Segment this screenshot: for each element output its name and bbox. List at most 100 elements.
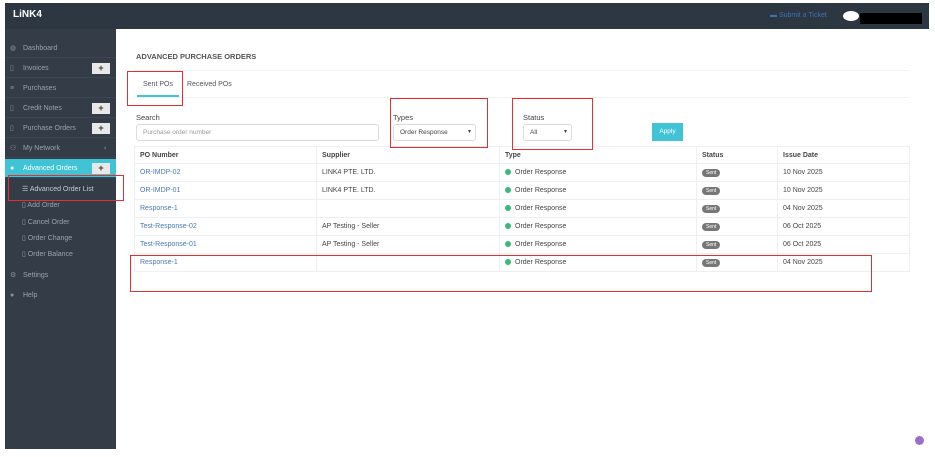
sidebar-item-credit-notes[interactable]: ▯ Credit Notes + <box>5 99 116 118</box>
table-row[interactable]: Response-1 Order Response Sent 04 Nov 20… <box>134 199 910 218</box>
apply-button[interactable]: Apply <box>652 123 683 141</box>
status-badge: Sent <box>702 240 721 249</box>
po-number-link[interactable]: Response-1 <box>134 199 317 218</box>
supplier-cell: AP Testing - Seller <box>316 235 500 254</box>
table-row[interactable]: Test-Response-01 AP Testing - Seller Ord… <box>134 235 910 254</box>
po-number-link[interactable]: OR-IMDP-01 <box>134 181 317 200</box>
highlight-box <box>512 98 593 150</box>
avatar[interactable] <box>843 11 859 21</box>
col-issue-date[interactable]: Issue Date <box>777 146 910 164</box>
search-input[interactable]: Purchase order number <box>136 124 379 141</box>
table-row[interactable]: OR-IMDP-01 LINK4 PTE. LTD. Order Respons… <box>134 181 910 200</box>
add-purchase-order-button[interactable]: + <box>92 123 110 134</box>
label: Invoices <box>23 65 49 72</box>
file-icon: ▯ <box>10 105 14 112</box>
supplier-cell: AP Testing - Seller <box>316 217 500 236</box>
label: Advanced Orders <box>23 165 78 172</box>
file-icon: ▯ <box>10 125 14 132</box>
label: Help <box>23 292 38 299</box>
status-cell: Sent <box>696 181 778 200</box>
search-label: Search <box>136 113 160 122</box>
col-po-number[interactable]: PO Number <box>134 146 317 164</box>
submenu-add-order[interactable]: ▯ Add Order <box>22 201 60 209</box>
chat-widget-icon[interactable] <box>915 436 924 445</box>
status-dot-icon <box>505 205 511 211</box>
po-number-link[interactable]: OR-IMDP-02 <box>134 163 317 182</box>
chevron-left-icon: ‹ <box>104 145 107 152</box>
issue-date-cell: 06 Oct 2025 <box>777 217 910 236</box>
table-row[interactable]: Test-Response-02 AP Testing - Seller Ord… <box>134 217 910 236</box>
divider <box>134 70 910 71</box>
status-dot-icon <box>505 223 511 229</box>
type-cell: Order Response <box>499 199 697 218</box>
cart-icon: ≡ <box>10 85 15 92</box>
ticket-label: Submit a Ticket <box>778 12 827 19</box>
highlight-box <box>390 98 488 148</box>
issue-date-cell: 04 Nov 2025 <box>777 199 910 218</box>
status-dot-icon <box>505 187 511 193</box>
tab-received-pos[interactable]: Received POs <box>187 81 232 88</box>
logo[interactable]: LiNK4 <box>13 9 42 20</box>
sidebar-item-dashboard[interactable]: ◍ Dashboard <box>5 39 116 58</box>
type-cell: Order Response <box>499 181 697 200</box>
status-badge: Sent <box>702 222 721 231</box>
label: Cancel Order <box>27 219 70 226</box>
submit-ticket-link[interactable]: ▬ Submit a Ticket <box>770 12 827 19</box>
sidebar-item-invoices[interactable]: ▯ Invoices + <box>5 59 116 78</box>
label: Purchase Orders <box>23 125 76 132</box>
supplier-cell: LINK4 PTE. LTD. <box>316 163 500 182</box>
type-cell: Order Response <box>499 235 697 254</box>
issue-date-cell: 06 Oct 2025 <box>777 235 910 254</box>
label: Order Change <box>27 235 73 242</box>
table-row[interactable]: OR-IMDP-02 LINK4 PTE. LTD. Order Respons… <box>134 163 910 182</box>
status-cell: Sent <box>696 217 778 236</box>
label: Credit Notes <box>23 105 62 112</box>
type-cell: Order Response <box>499 217 697 236</box>
label: Add Order <box>27 202 60 209</box>
sidebar-item-purchase-orders[interactable]: ▯ Purchase Orders + <box>5 119 116 138</box>
label: Order Balance <box>27 251 73 258</box>
status-cell: Sent <box>696 235 778 254</box>
file-icon: ▯ <box>10 65 14 72</box>
page-title: ADVANCED PURCHASE ORDERS <box>136 52 257 61</box>
supplier-cell: LINK4 PTE. LTD. <box>316 181 500 200</box>
add-invoice-button[interactable]: + <box>92 63 110 74</box>
ticket-icon: ▬ <box>770 12 779 19</box>
highlight-box <box>127 71 183 106</box>
add-credit-note-button[interactable]: + <box>92 103 110 114</box>
label: Settings <box>23 272 49 279</box>
col-status[interactable]: Status <box>696 146 778 164</box>
label: Dashboard <box>23 45 58 52</box>
users-icon: ⚇ <box>10 145 17 152</box>
user-name-redacted <box>860 13 922 24</box>
type-text: Order Response <box>515 223 567 230</box>
sidebar-item-my-network[interactable]: ⚇ My Network ‹ <box>5 139 116 158</box>
po-number-link[interactable]: Test-Response-01 <box>134 235 317 254</box>
col-supplier[interactable]: Supplier <box>316 146 500 164</box>
issue-date-cell: 10 Nov 2025 <box>777 163 910 182</box>
supplier-cell <box>316 199 500 218</box>
status-badge: Sent <box>702 168 721 177</box>
submenu-cancel-order[interactable]: ▯ Cancel Order <box>22 218 69 226</box>
status-dot-icon <box>505 169 511 175</box>
label: Purchases <box>23 85 57 92</box>
highlight-box <box>130 255 872 292</box>
type-text: Order Response <box>515 169 567 176</box>
po-table: PO Number Supplier Type Status Issue Dat… <box>134 146 910 272</box>
add-advanced-order-button[interactable]: + <box>92 163 110 174</box>
type-text: Order Response <box>515 241 567 248</box>
sidebar-item-purchases[interactable]: ≡ Purchases <box>5 79 116 98</box>
sidebar-item-help[interactable]: ● Help <box>5 286 116 305</box>
highlight-box <box>8 175 124 201</box>
status-dot-icon <box>505 241 511 247</box>
sidebar-item-settings[interactable]: ⚙ Settings <box>5 266 116 285</box>
status-cell: Sent <box>696 199 778 218</box>
submenu-order-balance[interactable]: ▯ Order Balance <box>22 250 73 258</box>
type-text: Order Response <box>515 187 567 194</box>
type-cell: Order Response <box>499 163 697 182</box>
type-text: Order Response <box>515 205 567 212</box>
po-number-link[interactable]: Test-Response-02 <box>134 217 317 236</box>
submenu-order-change[interactable]: ▯ Order Change <box>22 234 72 242</box>
label: My Network <box>23 145 60 152</box>
issue-date-cell: 10 Nov 2025 <box>777 181 910 200</box>
